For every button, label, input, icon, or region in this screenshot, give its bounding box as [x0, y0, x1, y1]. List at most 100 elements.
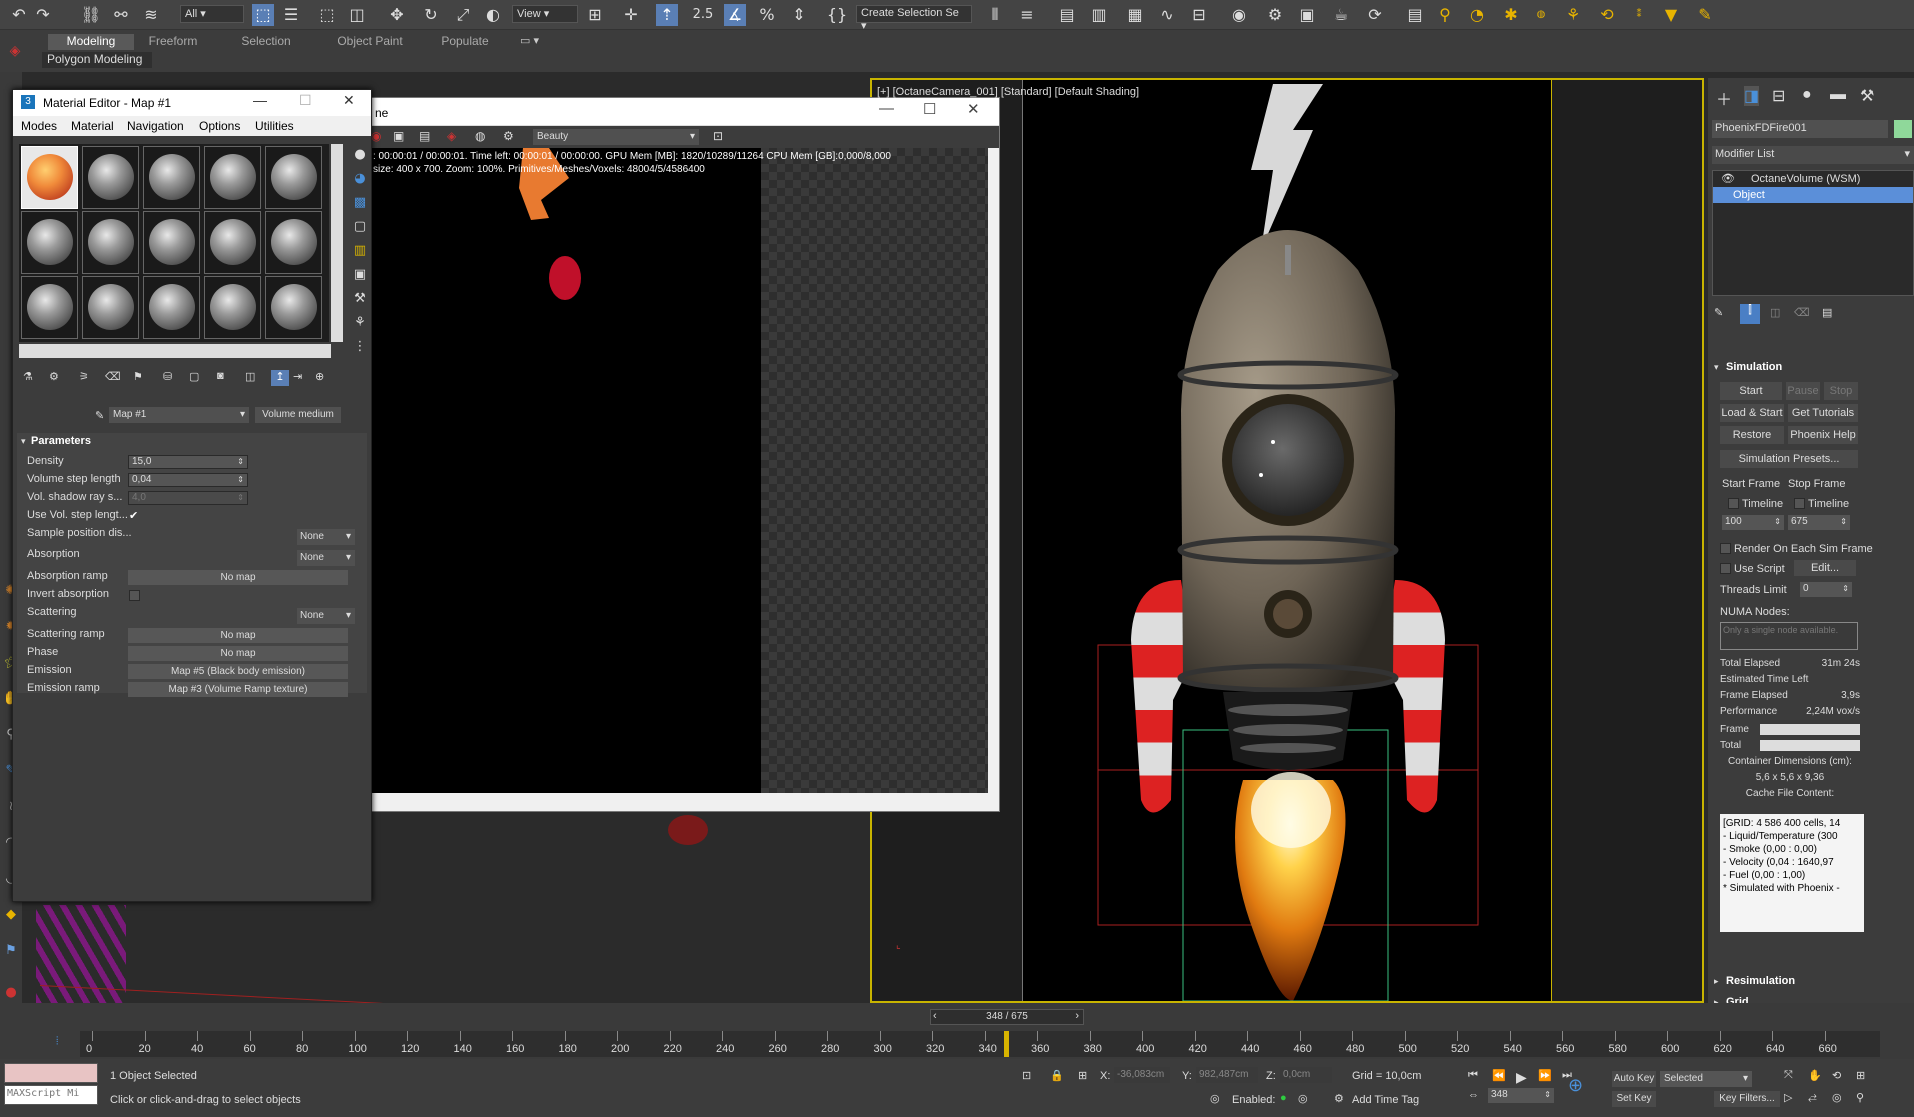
sample-slot[interactable] — [204, 276, 261, 339]
render-setup-icon[interactable]: ⚙ — [1264, 4, 1286, 26]
uv-tiling-icon[interactable]: ▢ — [351, 218, 369, 236]
motion-tab-icon[interactable]: ● — [1802, 86, 1812, 104]
render-iterative-icon[interactable]: ⟳ — [1364, 4, 1386, 26]
stack-item-object[interactable]: Object — [1713, 187, 1913, 203]
sample-slot[interactable] — [82, 211, 139, 274]
tab-modeling[interactable]: Modeling — [48, 34, 134, 50]
make-preview-icon[interactable]: ▣ — [351, 266, 369, 284]
get-material-icon[interactable]: ⚗ — [23, 370, 33, 383]
maximize-icon[interactable]: ☐ — [299, 92, 312, 109]
remove-modifier-icon[interactable]: ⌫ — [1794, 306, 1810, 319]
scale-icon[interactable]: ⤢ — [452, 4, 474, 26]
sini-hdri-icon[interactable]: ◍ — [1530, 4, 1552, 26]
eye-icon[interactable]: 👁 — [1721, 171, 1735, 187]
sini-tools-icon[interactable]: ✎ — [1694, 4, 1716, 26]
next-frame-icon[interactable]: › — [1075, 1010, 1079, 1022]
pan-view-icon[interactable]: ✋ — [1808, 1069, 1822, 1082]
cache-content-box[interactable]: [GRID: 4 586 400 cells, 14 - Liquid/Temp… — [1720, 814, 1864, 932]
menu-utilities[interactable]: Utilities — [255, 119, 294, 133]
menu-modes[interactable]: Modes — [21, 119, 57, 133]
dolly-icon[interactable]: ⥄ — [1808, 1091, 1817, 1104]
rotate-icon[interactable]: ↻ — [420, 4, 442, 26]
select-by-material-icon[interactable]: ⚘ — [351, 314, 369, 332]
maximize-viewport-icon[interactable]: ⊞ — [1856, 1069, 1865, 1082]
select-manipulate-icon[interactable]: ✛ — [620, 4, 642, 26]
bind-spacewarp-icon[interactable]: ≋ — [140, 4, 162, 26]
object-name-field[interactable]: PhoenixFDFire001 — [1712, 120, 1888, 138]
angle-snap-icon[interactable]: ∡ — [724, 4, 746, 26]
display-tab-icon[interactable]: ▬ — [1830, 86, 1846, 104]
y-coordinate-field[interactable]: 982,487cm — [1196, 1067, 1258, 1083]
walk-through-icon[interactable]: ⚲ — [1856, 1091, 1864, 1104]
mirror-icon[interactable]: ⫴ — [984, 4, 1006, 26]
rollout-collapse-icon[interactable]: ▾ — [21, 436, 26, 447]
rollout-collapse-icon[interactable]: ▾ — [1714, 362, 1719, 373]
schematic-view-icon[interactable]: ⊟ — [1188, 4, 1210, 26]
maximize-icon[interactable]: ☐ — [923, 100, 936, 118]
render-production-icon[interactable]: ☕ — [1330, 4, 1352, 26]
video-color-check-icon[interactable]: ▥ — [351, 242, 369, 260]
volume-step-spinner[interactable]: 0,04 ⇕ — [128, 473, 248, 487]
selection-lock-icon[interactable]: 🔒 — [1050, 1069, 1064, 1082]
viewport-label[interactable]: [+] [OctaneCamera_001] [Standard] [Defau… — [877, 86, 1139, 98]
ribbon-toggle-icon[interactable]: ▦ — [1124, 4, 1146, 26]
background-icon[interactable]: ▩ — [351, 194, 369, 212]
sample-slots-hscroll[interactable] — [19, 344, 331, 358]
sample-slot[interactable] — [265, 276, 322, 339]
pause-button[interactable]: Pause — [1786, 382, 1820, 400]
named-selection-icon[interactable]: {} — [826, 4, 848, 26]
key-filters-button[interactable]: Key Filters... — [1714, 1091, 1780, 1107]
render-horizontal-scrollbar[interactable] — [371, 793, 999, 811]
sini-ignite-icon[interactable]: ✱ — [1500, 4, 1522, 26]
density-spinner[interactable]: 15,0 ⇕ — [128, 455, 248, 469]
start-timeline-checkbox[interactable] — [1728, 498, 1739, 509]
create-selection-set-dropdown[interactable]: Create Selection Se ▾ — [856, 5, 972, 32]
sample-pos-dropdown[interactable]: None ▾ — [297, 529, 355, 545]
modifier-list-dropdown[interactable]: Modifier List ▾ — [1712, 146, 1914, 164]
object-color-swatch[interactable] — [1894, 120, 1912, 138]
stop-frame-spinner[interactable]: 675 ⇕ — [1788, 515, 1850, 530]
simulation-title[interactable]: Simulation — [1726, 361, 1782, 373]
channel-display-icon[interactable]: ◍ — [475, 129, 485, 143]
play-icon[interactable]: ▶ — [1516, 1069, 1527, 1086]
polygon-modeling-label[interactable]: Polygon Modeling — [42, 52, 152, 68]
sample-type-icon[interactable]: ● — [351, 146, 369, 164]
threads-limit-spinner[interactable]: 0 ⇕ — [1800, 582, 1852, 597]
map-name-field[interactable]: Map #1 ▾ — [109, 407, 249, 423]
edit-script-button[interactable]: Edit... — [1794, 560, 1856, 576]
current-frame-spinner[interactable]: 348 ⇕ — [1488, 1088, 1554, 1103]
reference-coordinate-dropdown[interactable]: View ▾ — [512, 5, 578, 23]
emission-button[interactable]: Map #5 (Black body emission) — [128, 664, 348, 679]
sini-refresh-icon[interactable]: ⟲ — [1596, 4, 1618, 26]
sample-slot[interactable] — [21, 276, 78, 339]
reset-map-icon[interactable]: ⌫ — [105, 370, 121, 383]
get-tutorials-button[interactable]: Get Tutorials — [1788, 404, 1858, 422]
unlink-icon[interactable]: ⚯ — [110, 4, 132, 26]
octane-viewport-icon[interactable]: ▤ — [1404, 4, 1426, 26]
previous-key-icon[interactable]: ⏪ — [1492, 1069, 1506, 1082]
rollout-expand-icon[interactable]: ▸ — [1714, 976, 1719, 987]
phoenix-help-button[interactable]: Phoenix Help — [1788, 426, 1858, 444]
render-each-frame-checkbox[interactable] — [1720, 543, 1731, 554]
material-editor-icon[interactable]: ◉ — [1228, 4, 1250, 26]
move-icon[interactable]: ✥ — [386, 4, 408, 26]
time-tag-icon[interactable]: ◎ — [1298, 1092, 1308, 1105]
sample-slot[interactable] — [143, 276, 200, 339]
next-key-icon[interactable]: ⏩ — [1538, 1069, 1552, 1082]
scattering-ramp-button[interactable]: No map — [128, 628, 348, 643]
options-icon[interactable]: ⚒ — [351, 290, 369, 308]
vol-shadow-spinner[interactable]: 4,0 ⇕ — [128, 491, 248, 505]
use-script-checkbox[interactable] — [1720, 563, 1731, 574]
add-time-tag[interactable]: Add Time Tag — [1352, 1094, 1419, 1106]
curve-editor-icon[interactable]: ∿ — [1156, 4, 1178, 26]
sini-binary-icon[interactable]: ⁑ — [1628, 4, 1650, 26]
sample-slot[interactable] — [82, 276, 139, 339]
absolute-mode-icon[interactable]: ⊞ — [1078, 1069, 1087, 1082]
pick-from-object-icon[interactable]: ⊕ — [315, 370, 324, 383]
configure-modifier-sets-icon[interactable]: ▤ — [1822, 306, 1832, 319]
orbit-icon[interactable]: ⟲ — [1832, 1069, 1841, 1082]
undo-icon[interactable]: ↶ — [8, 4, 30, 26]
sini-search-icon[interactable]: ⚲ — [1434, 4, 1456, 26]
adaptive-degradation-icon[interactable]: ◎ — [1210, 1092, 1220, 1105]
key-filter-add-icon[interactable]: ⊕ — [1568, 1075, 1583, 1096]
